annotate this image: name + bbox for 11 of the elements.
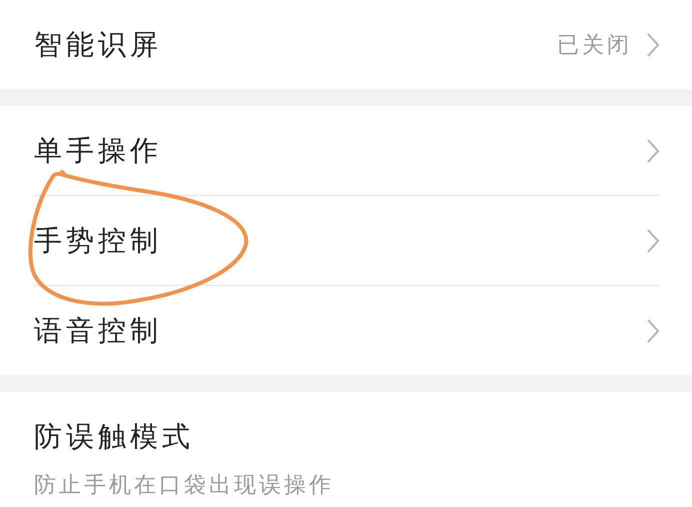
row-title: 智能识屏	[34, 26, 163, 62]
settings-row[interactable]: 手势控制	[34, 195, 660, 285]
row-title: 单手操作	[34, 132, 163, 168]
row-title: 防误触模式	[34, 419, 195, 455]
row-title: 手势控制	[34, 222, 163, 258]
settings-row[interactable]: 智能识屏 已关闭	[34, 0, 660, 89]
settings-row[interactable]: 防误触模式 防止手机在口袋出现误操作	[34, 392, 660, 507]
settings-row[interactable]: 单手操作	[34, 106, 660, 195]
row-value: 已关闭	[557, 32, 632, 60]
row-subtitle: 防止手机在口袋出现误操作	[34, 472, 335, 500]
row-title: 语音控制	[34, 312, 163, 348]
